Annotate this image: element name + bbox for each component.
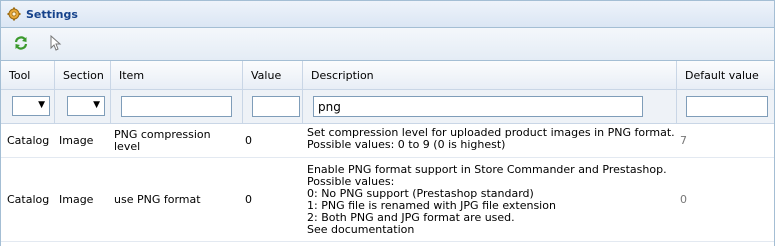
filter-cell-default-value xyxy=(677,90,774,123)
cell-description: Set compression level for uploaded produ… xyxy=(307,126,675,151)
filter-cell-description xyxy=(303,90,677,123)
grid-header: Tool Section Item Value Description Defa… xyxy=(1,60,774,90)
filter-cell-section: ▼ xyxy=(55,90,111,123)
column-header-value[interactable]: Value xyxy=(243,61,303,90)
value-filter-input[interactable] xyxy=(252,96,300,117)
filter-cell-value xyxy=(243,90,303,123)
section-filter-select[interactable]: ▼ xyxy=(67,96,105,116)
column-header-item[interactable]: Item xyxy=(111,61,243,90)
column-header-default-value[interactable]: Default value xyxy=(677,61,774,90)
cursor-icon xyxy=(48,34,62,54)
cell-item: use PNG format xyxy=(114,193,201,206)
panel-title: Settings xyxy=(26,7,78,21)
column-header-tool[interactable]: Tool xyxy=(1,61,55,90)
cell-tool: Catalog xyxy=(7,193,50,206)
column-header-section[interactable]: Section xyxy=(55,61,111,90)
chevron-down-icon: ▼ xyxy=(38,100,45,110)
cell-section: Image xyxy=(59,133,94,147)
gear-icon xyxy=(7,7,21,21)
item-filter-input[interactable] xyxy=(121,96,232,117)
cell-value[interactable]: 0 xyxy=(239,124,299,157)
cell-default-value: 0 xyxy=(680,193,687,206)
filter-cell-item xyxy=(111,90,243,123)
toolbar xyxy=(0,28,775,60)
cell-section: Image xyxy=(59,193,94,206)
filter-row: ▼ ▼ xyxy=(1,90,774,124)
cell-default-value: 7 xyxy=(680,133,687,147)
table-row[interactable]: Catalog Image use PNG format 0 Enable PN… xyxy=(1,159,774,242)
select-button[interactable] xyxy=(45,34,65,54)
refresh-icon xyxy=(13,35,29,54)
cell-value[interactable]: 0 xyxy=(239,159,299,241)
default-value-filter-input[interactable] xyxy=(686,96,768,117)
cell-description: Enable PNG format support in Store Comma… xyxy=(307,163,667,236)
table-row[interactable]: Catalog Image PNG compression level 0 Se… xyxy=(1,124,774,158)
panel-titlebar: Settings xyxy=(0,0,775,28)
description-filter-input[interactable] xyxy=(313,96,643,117)
cell-tool: Catalog xyxy=(7,133,50,147)
tool-filter-select[interactable]: ▼ xyxy=(12,96,50,116)
filter-cell-tool: ▼ xyxy=(1,90,55,123)
settings-grid: Tool Section Item Value Description Defa… xyxy=(0,60,775,246)
chevron-down-icon: ▼ xyxy=(93,100,100,110)
refresh-button[interactable] xyxy=(11,34,31,54)
cell-item: PNG compression level xyxy=(114,127,211,153)
column-header-description[interactable]: Description xyxy=(303,61,677,90)
